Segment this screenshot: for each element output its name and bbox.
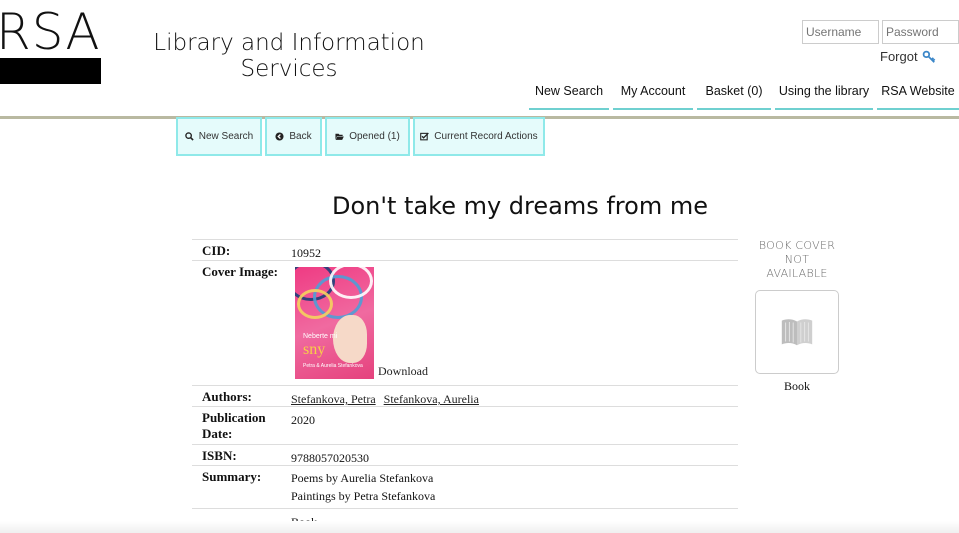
back-icon bbox=[275, 132, 284, 141]
top-navigation: New Search My Account Basket (0) Using t… bbox=[529, 76, 959, 110]
book-icon bbox=[781, 319, 813, 346]
toolbar-label: Back bbox=[289, 131, 312, 142]
nav-basket[interactable]: Basket (0) bbox=[697, 76, 771, 110]
summary-line: Paintings by Petra Stefankova bbox=[291, 489, 436, 503]
authors-label: Authors: bbox=[202, 389, 252, 404]
cid-label: CID: bbox=[202, 243, 231, 258]
login-form bbox=[802, 20, 959, 44]
no-cover-line2: NOT AVAILABLE bbox=[766, 253, 828, 280]
toolbar-label: New Search bbox=[198, 131, 254, 142]
nav-using-the-library[interactable]: Using the library bbox=[775, 76, 873, 110]
no-cover-line1: BOOK COVER bbox=[758, 239, 836, 252]
forgot-label: Forgot bbox=[880, 49, 918, 64]
isbn-label: ISBN: bbox=[202, 448, 237, 463]
download-link[interactable]: Download bbox=[378, 364, 428, 379]
toolbar-new-search-button[interactable]: New Search bbox=[176, 117, 262, 156]
site-title: Library and Information Services bbox=[153, 30, 425, 82]
nav-rsa-website[interactable]: RSA Website bbox=[877, 76, 959, 110]
record-title: Don't take my dreams from me bbox=[332, 192, 708, 220]
checkbox-icon bbox=[420, 132, 430, 141]
rsa-logo[interactable]: RSA bbox=[0, 3, 102, 84]
record-row-authors: Authors: Stefankova, Petra Stefankova, A… bbox=[192, 385, 738, 406]
cover-text-line1: Neberte mi bbox=[303, 333, 338, 340]
author-link[interactable]: Stefankova, Petra bbox=[291, 392, 376, 406]
record-row-publication-date: Publication Date: 2020 bbox=[192, 406, 738, 444]
toolbar-back-button[interactable]: Back bbox=[265, 117, 322, 156]
logo-text: RSA bbox=[0, 3, 101, 61]
username-input[interactable] bbox=[802, 20, 879, 44]
record-details-table: CID: 10952 Cover Image: Neberte mi sny P… bbox=[192, 239, 738, 530]
cid-value: 10952 bbox=[291, 246, 321, 260]
nav-my-account[interactable]: My Account bbox=[613, 76, 693, 110]
no-cover-text: BOOK COVER NOT AVAILABLE bbox=[755, 239, 839, 281]
cover-image[interactable]: Neberte mi sny Petra & Aurelia Stefankov… bbox=[295, 267, 374, 379]
toolbar-label: Current Record Actions bbox=[434, 131, 538, 142]
cover-text-line3: Petra & Aurelia Stefankova bbox=[303, 363, 363, 369]
author-link[interactable]: Stefankova, Aurelia bbox=[384, 392, 479, 406]
book-placeholder bbox=[755, 290, 839, 374]
isbn-value: 9788057020530 bbox=[291, 451, 369, 465]
password-input[interactable] bbox=[882, 20, 959, 44]
record-row-cover: Cover Image: Neberte mi sny Petra & Aure… bbox=[192, 260, 738, 385]
summary-label: Summary: bbox=[202, 469, 262, 484]
publication-date-value: 2020 bbox=[291, 413, 315, 427]
toolbar-current-record-actions-button[interactable]: Current Record Actions bbox=[413, 117, 545, 156]
cover-text-line2: sny bbox=[303, 341, 326, 358]
record-toolbar: New Search Back Opened (1) Current Recor… bbox=[176, 117, 545, 156]
summary-line: Poems by Aurelia Stefankova bbox=[291, 471, 434, 485]
record-row-cid: CID: 10952 bbox=[192, 239, 738, 260]
folder-open-icon bbox=[335, 133, 345, 140]
record-row-isbn: ISBN: 9788057020530 bbox=[192, 444, 738, 465]
cover-value: Neberte mi sny Petra & Aurelia Stefankov… bbox=[291, 261, 738, 385]
book-type-label: Book bbox=[783, 379, 810, 393]
search-icon bbox=[184, 132, 194, 141]
forgot-password-link[interactable]: Forgot bbox=[880, 49, 936, 64]
key-icon bbox=[922, 50, 935, 63]
cover-label: Cover Image: bbox=[202, 264, 278, 279]
footer-shadow bbox=[0, 521, 959, 533]
logo-bar bbox=[0, 58, 101, 84]
record-row-summary: Summary: Poems by Aurelia Stefankova Pai… bbox=[192, 465, 738, 508]
toolbar-label: Opened (1) bbox=[349, 131, 400, 142]
publication-date-label: Publication Date: bbox=[202, 410, 266, 441]
nav-new-search[interactable]: New Search bbox=[529, 76, 609, 110]
side-cover-panel: BOOK COVER NOT AVAILABLE Book bbox=[755, 239, 839, 394]
toolbar-opened-button[interactable]: Opened (1) bbox=[325, 117, 410, 156]
